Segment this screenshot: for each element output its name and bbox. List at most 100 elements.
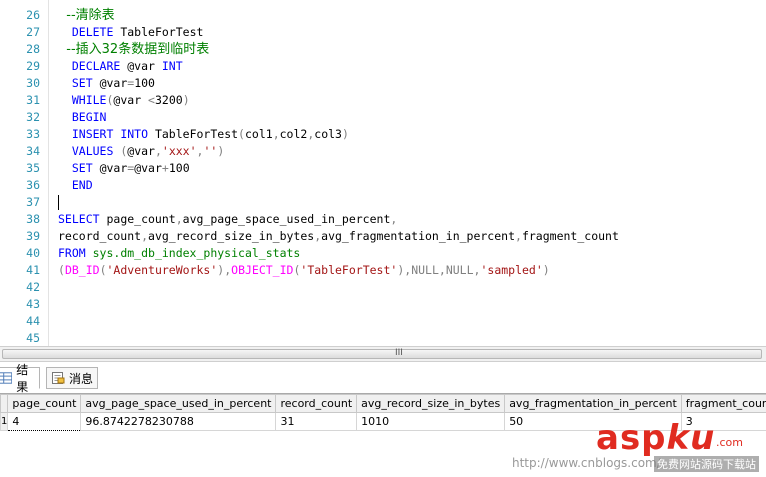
- code-token: [58, 76, 72, 90]
- scrollbar-thumb[interactable]: III: [2, 349, 762, 359]
- column-header[interactable]: fragment_count: [681, 395, 766, 413]
- code-token: NULL: [411, 263, 439, 277]
- code-token: col2: [280, 127, 308, 141]
- code-token: TableForTest: [113, 25, 203, 39]
- tab-messages[interactable]: 消息: [46, 367, 98, 389]
- code-token: ,: [390, 212, 397, 226]
- code-token: INSERT INTO: [72, 127, 148, 141]
- grid-icon: [0, 372, 12, 384]
- code-token: WHILE: [72, 93, 107, 107]
- scrollbar-grip-icon: III: [395, 348, 403, 358]
- code-line[interactable]: INSERT INTO TableForTest(col1,col2,col3): [58, 126, 349, 143]
- code-token: [58, 25, 72, 39]
- code-line[interactable]: --清除表: [58, 7, 115, 24]
- code-token: record_count: [58, 229, 141, 243]
- code-token: (: [58, 263, 65, 277]
- tab-results[interactable]: 结果: [0, 367, 40, 389]
- watermark-dotcom: .com: [716, 436, 743, 449]
- code-token: [58, 178, 72, 192]
- code-token: 'TableForTest': [300, 263, 397, 277]
- line-number-gutter: 2627282930313233343536373839404142434445: [0, 0, 44, 346]
- code-line[interactable]: record_count,avg_record_size_in_bytes,av…: [58, 228, 619, 245]
- code-token: ): [342, 127, 349, 141]
- line-number: 37: [0, 194, 40, 211]
- table-header-row: page_count avg_page_space_used_in_percen…: [1, 395, 766, 413]
- line-number: 40: [0, 245, 40, 262]
- code-token: [58, 59, 72, 73]
- code-token: ): [217, 144, 224, 158]
- code-token: @var: [113, 93, 148, 107]
- code-line[interactable]: (DB_ID('AdventureWorks'),OBJECT_ID('Tabl…: [58, 262, 550, 279]
- code-token: --插入32条数据到临时表: [58, 42, 209, 57]
- code-token: FROM: [58, 246, 86, 260]
- code-line[interactable]: BEGIN: [58, 109, 106, 126]
- column-header[interactable]: avg_fragmentation_in_percent: [505, 395, 682, 413]
- code-line[interactable]: WHILE(@var <3200): [58, 92, 190, 109]
- watermark-ku: ku: [667, 418, 716, 458]
- code-token: col1: [245, 127, 273, 141]
- code-line[interactable]: DECLARE @var INT: [58, 58, 183, 75]
- line-number: 32: [0, 109, 40, 126]
- code-token: avg_fragmentation_in_percent: [321, 229, 515, 243]
- line-number: 31: [0, 92, 40, 109]
- code-token: 'sampled': [480, 263, 542, 277]
- code-line[interactable]: END: [58, 177, 93, 194]
- horizontal-scrollbar[interactable]: III: [0, 346, 766, 362]
- code-token: SET: [72, 161, 93, 175]
- code-line[interactable]: --插入32条数据到临时表: [58, 41, 209, 58]
- code-token: TableForTest: [148, 127, 238, 141]
- code-token: [58, 110, 72, 124]
- line-number: 45: [0, 330, 40, 346]
- code-line[interactable]: DELETE TableForTest: [58, 24, 203, 41]
- watermark-url: http://www.cnblogs.com/: [512, 456, 661, 470]
- code-token: 'AdventureWorks': [107, 263, 218, 277]
- code-token: @var: [93, 161, 128, 175]
- table-cell[interactable]: 96.8742278230788: [81, 413, 276, 431]
- column-header[interactable]: page_count: [8, 395, 81, 413]
- code-token: 'xxx': [162, 144, 197, 158]
- code-token: fragment_count: [522, 229, 619, 243]
- corner-cell[interactable]: [1, 395, 8, 413]
- code-token: OBJECT_ID: [231, 263, 293, 277]
- column-header[interactable]: record_count: [276, 395, 357, 413]
- code-token: END: [72, 178, 93, 192]
- row-number[interactable]: 1: [1, 413, 8, 431]
- code-line[interactable]: VALUES (@var,'xxx',''): [58, 143, 224, 160]
- table-cell[interactable]: 31: [276, 413, 357, 431]
- code-line[interactable]: FROM sys.dm_db_index_physical_stats: [58, 245, 300, 262]
- code-token: ,: [141, 229, 148, 243]
- code-editor[interactable]: 2627282930313233343536373839404142434445…: [0, 0, 766, 346]
- line-number: 33: [0, 126, 40, 143]
- table-cell[interactable]: 4: [8, 413, 81, 431]
- code-line[interactable]: SET @var=100: [58, 75, 155, 92]
- code-token: INT: [162, 59, 183, 73]
- line-number: 38: [0, 211, 40, 228]
- code-token: SET: [72, 76, 93, 90]
- code-token: 100: [134, 76, 155, 90]
- code-token: SELECT: [58, 212, 100, 226]
- code-token: DELETE: [72, 25, 114, 39]
- code-token: BEGIN: [72, 110, 107, 124]
- code-token: [58, 161, 72, 175]
- code-token: DB_ID: [65, 263, 100, 277]
- code-token: DECLARE: [72, 59, 120, 73]
- code-token: [58, 144, 72, 158]
- code-token: sys.dm_db_index_physical_stats: [86, 246, 301, 260]
- code-token: (: [113, 144, 127, 158]
- watermark-subtitle: 免费网站源码下载站: [654, 456, 759, 472]
- table-cell[interactable]: 1010: [357, 413, 505, 431]
- code-token: --清除表: [58, 8, 115, 23]
- code-line[interactable]: SET @var=@var+100: [58, 160, 190, 177]
- code-token: +: [162, 161, 169, 175]
- line-number: 41: [0, 262, 40, 279]
- code-line[interactable]: SELECT page_count,avg_page_space_used_in…: [58, 211, 397, 228]
- text-cursor: [58, 195, 59, 210]
- column-header[interactable]: avg_record_size_in_bytes: [357, 395, 505, 413]
- line-number: 44: [0, 313, 40, 330]
- code-token: [58, 93, 72, 107]
- code-token: (: [100, 263, 107, 277]
- column-header[interactable]: avg_page_space_used_in_percent: [81, 395, 276, 413]
- code-token: NULL: [446, 263, 474, 277]
- code-token: ,: [273, 127, 280, 141]
- code-token: col3: [314, 127, 342, 141]
